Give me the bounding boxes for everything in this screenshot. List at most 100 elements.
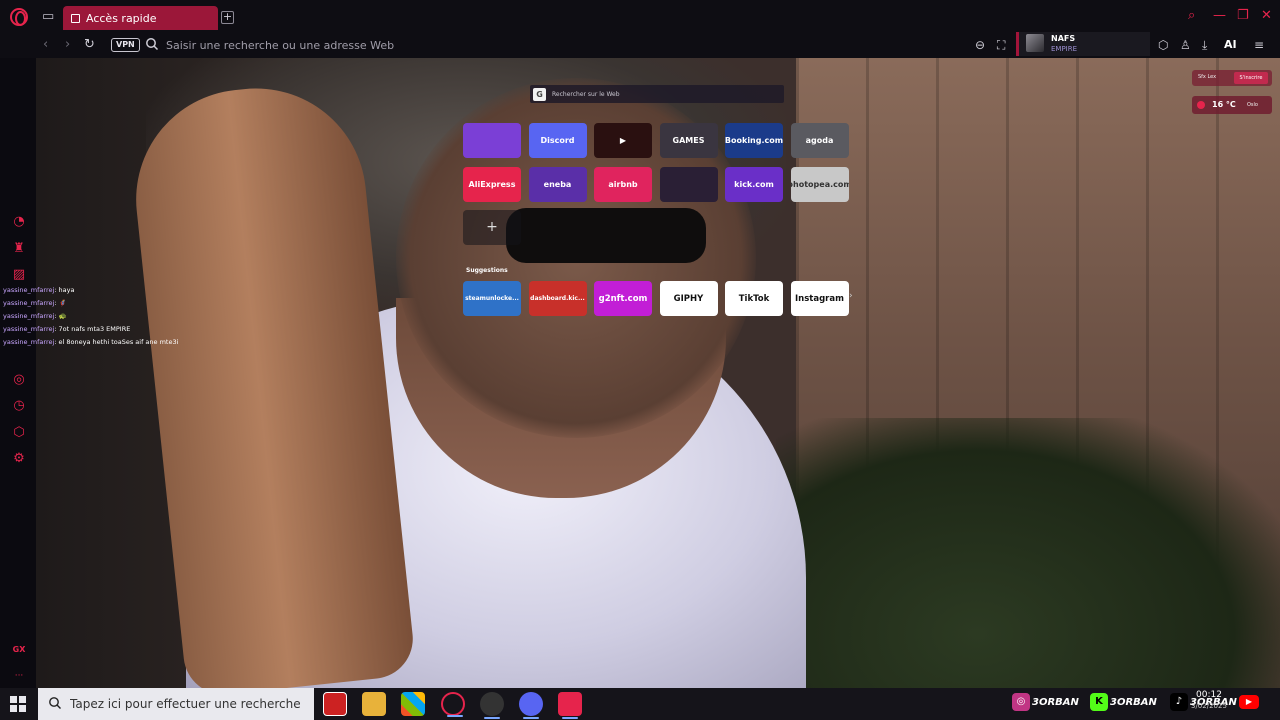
weather-city: Oslo	[1247, 102, 1258, 108]
tiktok-icon: ♪	[1170, 693, 1188, 711]
speed-dial-tile-kick[interactable]: kick.com	[725, 166, 783, 202]
kick-icon: kick.com	[734, 179, 774, 189]
discord-taskbar-icon[interactable]	[519, 692, 543, 719]
speed-dial-tile-discord[interactable]: Discord	[528, 123, 587, 158]
back-icon[interactable]: ‹	[43, 37, 48, 52]
speed-dial-tile-twitch[interactable]	[463, 123, 521, 158]
speed-dial-tile-gaming-deals[interactable]	[659, 166, 718, 202]
file-explorer-icon[interactable]	[362, 692, 386, 716]
opera-gx-taskbar-icon[interactable]	[441, 692, 465, 717]
chat-text: : 🦸	[54, 299, 67, 307]
download-icon[interactable]: ⤓	[1202, 38, 1207, 53]
profile-card[interactable]: NAFS EMPIRE	[1016, 32, 1150, 56]
settings-icon[interactable]: ⚙	[11, 451, 27, 467]
speed-dial-tile-airbnb[interactable]: airbnb	[594, 166, 652, 202]
taskbar-search-input[interactable]	[70, 696, 306, 712]
web-search-input[interactable]	[552, 90, 784, 98]
zoom-icon[interactable]: ⊖	[975, 38, 985, 52]
account-icon[interactable]: ♙	[1180, 38, 1191, 52]
tab-bar: ▭ Accès rapide + ⌕ — ❐ ✕	[0, 0, 1280, 34]
gx-games-icon: GAMES	[672, 136, 705, 145]
chevron-right-icon[interactable]: ›	[849, 291, 853, 301]
obs-icon[interactable]	[480, 692, 504, 719]
close-icon[interactable]: ✕	[1261, 8, 1272, 23]
tab-speed-dial[interactable]: Accès rapide	[63, 6, 218, 30]
minimize-icon[interactable]: —	[1213, 8, 1226, 23]
background-sunglasses	[506, 208, 706, 263]
clock-date[interactable]: 3/02/2025	[1191, 702, 1227, 710]
twitch-sidebar-icon[interactable]: ▨	[11, 267, 27, 283]
gx-label[interactable]: GX	[11, 642, 27, 658]
speed-dial-tile-eneba[interactable]: eneba	[528, 166, 587, 202]
handle-text: 3ORBAN	[1110, 696, 1157, 708]
suggestion-label: TikTok	[738, 293, 770, 304]
chat-message: yassine_mfarrej: el 8oneya hethi toaSes …	[3, 336, 243, 349]
speed-dial-tile-photopea[interactable]: photopea.com	[790, 166, 849, 202]
suggestion-tile-giphy[interactable]: GIPHY	[659, 281, 718, 316]
reload-icon[interactable]: ↻	[84, 37, 95, 52]
youtube-icon: ▶	[1238, 695, 1259, 709]
speed-dial-grid-icon	[71, 13, 80, 23]
kick-icon: K	[1090, 693, 1108, 711]
booking-icon: Booking.com	[725, 136, 783, 145]
snapshot-icon[interactable]: ⛶	[997, 38, 1005, 53]
suggestion-tile-g2nft[interactable]: g2nft.com	[594, 281, 652, 316]
weather-account-widget[interactable]: Sfx Lex S'inscrire	[1192, 70, 1272, 86]
workspaces-icon[interactable]: ▭	[42, 9, 54, 24]
suggestion-label: Instagram	[795, 293, 844, 304]
instagram-handle: ◎ 3ORBAN	[1012, 691, 1079, 713]
extensions-sidebar-icon[interactable]: ⬡	[11, 425, 27, 441]
clock-time[interactable]: 00:12	[1196, 690, 1222, 700]
web-search-box[interactable]: G	[530, 85, 784, 103]
avatar	[1026, 34, 1044, 52]
forward-icon[interactable]: ›	[65, 37, 70, 52]
more-icon[interactable]: ···	[11, 668, 27, 684]
opera-gx-logo-icon[interactable]	[10, 8, 28, 26]
speed-dial-tile-aliexpress[interactable]: AliExpress	[463, 166, 521, 202]
history-icon[interactable]: ◷	[11, 398, 27, 414]
suggestion-label: g2nft.com	[598, 293, 648, 304]
weather-widget[interactable]: 16 °C Oslo	[1192, 96, 1272, 114]
app-wolfsetter-icon[interactable]	[323, 692, 347, 716]
new-tab-button[interactable]: +	[221, 11, 234, 24]
chat-text: : el 8oneya hethi toaSes aif ane mte3i	[54, 338, 179, 346]
speed-dial-tile-gx-games[interactable]: GAMES	[659, 123, 718, 158]
speed-dial-tile-youtube[interactable]: ▶	[594, 123, 652, 158]
microsoft-store-icon[interactable]	[401, 692, 425, 716]
extensions-icon[interactable]: ⬡	[1158, 38, 1168, 52]
speed-dial-tile-agoda[interactable]: agoda	[790, 123, 849, 158]
weather-icon	[1197, 101, 1205, 109]
suggestion-tile-instagram[interactable]: Instagram	[790, 281, 849, 316]
chat-username: yassine_mfarrej	[3, 312, 55, 320]
chat-text: : haya	[54, 286, 75, 294]
taskbar-search[interactable]	[38, 688, 314, 720]
eneba-icon: eneba	[543, 179, 572, 189]
suggestion-tile-dashboard-kick[interactable]: dashboard.kic...	[528, 281, 587, 316]
menu-icon[interactable]: ≡	[1254, 38, 1264, 52]
tiktok-live-icon[interactable]	[558, 692, 582, 719]
windows-start-icon[interactable]	[10, 696, 26, 712]
address-input[interactable]	[166, 36, 766, 54]
chat-username: yassine_mfarrej	[3, 286, 55, 294]
instagram-icon: ◎	[1012, 693, 1030, 711]
gx-control-icon[interactable]: ◔	[11, 214, 27, 230]
instagram-sidebar-icon[interactable]: ◎	[11, 372, 27, 388]
suggestion-label: steamunlocke...	[465, 295, 519, 302]
widget-button[interactable]: S'inscrire	[1234, 72, 1268, 84]
profile-name: NAFS	[1051, 34, 1076, 43]
suggestion-label: GIPHY	[673, 293, 704, 304]
stream-chat-overlay: yassine_mfarrej: haya yassine_mfarrej: 🦸 y…	[3, 284, 243, 349]
widget-label: Sfx Lex	[1198, 74, 1217, 80]
add-site-button[interactable]: +	[463, 210, 521, 245]
ai-button[interactable]: AI	[1224, 38, 1237, 51]
search-icon	[146, 38, 159, 51]
maximize-icon[interactable]: ❐	[1237, 8, 1249, 23]
search-tabs-icon[interactable]: ⌕	[1188, 8, 1195, 23]
suggestion-tile-steamunlocked[interactable]: steamunlocke...	[463, 281, 521, 316]
vpn-badge[interactable]: VPN	[111, 38, 140, 52]
speed-dial-tile-booking[interactable]: Booking.com	[725, 123, 783, 158]
weather-temp: 16 °C	[1212, 100, 1236, 109]
chat-message: yassine_mfarrej: 🦸	[3, 297, 243, 310]
gx-cleaner-icon[interactable]: ♜	[11, 241, 27, 257]
suggestion-tile-tiktok[interactable]: TikTok	[725, 281, 783, 316]
